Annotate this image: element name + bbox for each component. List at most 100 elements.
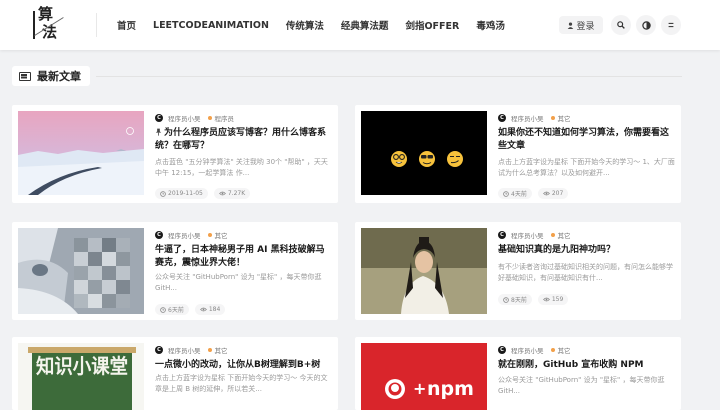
article-views: 7.27K — [227, 190, 246, 197]
category-label[interactable]: 其它 — [558, 230, 571, 240]
author-avatar[interactable]: C — [498, 346, 506, 354]
logo-char-1: 算 — [38, 5, 54, 23]
article-meta: C 程序员小吴 其它 — [498, 113, 571, 123]
article-title[interactable]: 基础知识真的是九阳神功吗？ — [498, 244, 676, 257]
article-title[interactable]: 为什么程序员应该写博客？用什么博客系统？在哪写？ — [155, 127, 333, 153]
author-name[interactable]: 程序员小吴 — [168, 230, 201, 240]
author-name[interactable]: 程序员小吴 — [511, 345, 544, 355]
article-date: 4天前 — [511, 191, 527, 198]
article-views: 207 — [551, 190, 564, 197]
top-navigation-bar: 算 法 首页 LEETCODEANIMATION 传统算法 经典算法题 剑指OF… — [0, 0, 720, 50]
article-title[interactable]: 一点微小的改动，让你从B树理解到B+树 — [155, 359, 333, 372]
article-excerpt: 有不少读者咨询过基础知识相关的问题，有问怎么能够学好基础知识，有问基础知识有什.… — [498, 263, 673, 282]
search-button[interactable] — [611, 15, 631, 35]
article-thumbnail[interactable]: + npm — [361, 343, 487, 410]
article-card[interactable]: + npm C 程序员小吴 其它 就在刚刚，GitHub 宣布收购 NPM 公众… — [355, 337, 681, 410]
nav-classic-problems[interactable]: 经典算法题 — [341, 18, 389, 32]
author-avatar[interactable]: C — [155, 231, 163, 239]
category-dot — [550, 348, 555, 352]
article-meta: C 程序员小吴 其它 — [498, 345, 571, 355]
article-title-text: 为什么程序员应该写博客？用什么博客系统？在哪写？ — [155, 128, 327, 151]
author-avatar[interactable]: C — [498, 114, 506, 122]
views-badge: 159 — [537, 294, 569, 305]
article-meta: C 程序员小吴 其它 — [498, 230, 571, 240]
clock-icon — [503, 296, 509, 303]
article-card[interactable]: C 程序员小吴 程序员 为什么程序员应该写博客？用什么博客系统？在哪写？ 点击蓝… — [12, 105, 338, 203]
cool-emoji — [419, 151, 435, 167]
article-title[interactable]: 就在刚刚，GitHub 宣布收购 NPM — [498, 359, 676, 372]
date-badge: 8天前 — [498, 294, 532, 305]
author-name[interactable]: 程序员小吴 — [511, 113, 544, 123]
section-title: 最新文章 — [37, 70, 81, 83]
main-nav: 首页 LEETCODEANIMATION 传统算法 经典算法题 剑指OFFER … — [117, 0, 522, 50]
article-meta: C 程序员小吴 程序员 — [155, 113, 234, 123]
article-footer: 6天前 184 — [155, 304, 226, 315]
login-button[interactable]: 登录 — [559, 16, 603, 34]
category-label[interactable]: 其它 — [558, 113, 571, 123]
nav-home[interactable]: 首页 — [117, 18, 136, 32]
article-footer: 2019-11-05 7.27K — [155, 188, 251, 199]
article-date: 6天前 — [168, 307, 184, 314]
author-name[interactable]: 程序员小吴 — [168, 345, 201, 355]
date-badge: 6天前 — [155, 304, 189, 315]
category-dot — [207, 116, 212, 120]
category-label[interactable]: 程序员 — [215, 113, 235, 123]
list-icon — [19, 71, 31, 81]
eye-icon — [199, 307, 207, 312]
date-badge: 2019-11-05 — [155, 188, 208, 199]
category-label[interactable]: 其它 — [558, 345, 571, 355]
knowledge-text: 知识小课堂 — [36, 354, 128, 378]
author-name[interactable]: 程序员小吴 — [511, 230, 544, 240]
user-icon — [568, 21, 574, 29]
nav-sword-offer[interactable]: 剑指OFFER — [405, 18, 459, 32]
article-excerpt: 点击上方蓝字设为星标 下面开始今天的学习～ 1、大厂面试为什么总考算法？以及如何… — [498, 158, 675, 177]
eye-icon — [542, 297, 550, 302]
article-excerpt: 点击上方蓝字设为星标 下面开始今天的学习～ 今天的文章是上周 B 树的延伸，所以… — [155, 374, 328, 393]
article-excerpt: 公众号关注 "GitHubPorn" 设为 "星标" ，每天带你逛 GitH..… — [498, 376, 665, 395]
author-avatar[interactable]: C — [498, 231, 506, 239]
author-avatar[interactable]: C — [155, 114, 163, 122]
author-name[interactable]: 程序员小吴 — [168, 113, 201, 123]
article-title[interactable]: 牛逼了，日本神秘男子用 AI 黑科技破解马赛克，震惊业界大佬！ — [155, 244, 333, 270]
github-octocat-icon — [385, 379, 405, 399]
nav-leetcodeanimation[interactable]: LEETCODEANIMATION — [153, 20, 269, 31]
nav-traditional-algorithms[interactable]: 传统算法 — [286, 18, 324, 32]
article-thumbnail[interactable] — [361, 111, 487, 195]
article-thumbnail[interactable] — [18, 111, 144, 195]
category-label[interactable]: 其它 — [215, 230, 228, 240]
mosaic-blocks — [74, 238, 130, 308]
logo-char-2: 法 — [42, 23, 58, 41]
eye-icon — [542, 191, 550, 196]
category-label[interactable]: 其它 — [215, 345, 228, 355]
login-label: 登录 — [576, 21, 595, 32]
article-card[interactable]: 知识小课堂 C 程序员小吴 其它 一点微小的改动，让你从B树理解到B+树 点击上… — [12, 337, 338, 410]
plus-sign: + — [413, 379, 426, 398]
article-views: 159 — [551, 296, 564, 303]
article-card[interactable]: C 程序员小吴 其它 牛逼了，日本神秘男子用 AI 黑科技破解马赛克，震惊业界大… — [12, 222, 338, 320]
category-dot — [550, 233, 555, 237]
article-title[interactable]: 如果你还不知道如何学习算法，你需要看这些文章 — [498, 127, 676, 153]
views-badge: 7.27K — [213, 188, 251, 199]
article-thumbnail[interactable] — [361, 228, 487, 314]
nav-poison-soup[interactable]: 毒鸡汤 — [476, 18, 505, 32]
article-thumbnail[interactable]: 知识小课堂 — [18, 343, 144, 410]
site-logo[interactable]: 算 法 — [30, 6, 66, 44]
theme-toggle-button[interactable] — [636, 15, 656, 35]
menu-button[interactable] — [661, 15, 681, 35]
article-date: 2019-11-05 — [168, 190, 203, 197]
eye-icon — [218, 191, 226, 196]
section-divider — [96, 76, 682, 77]
article-footer: 4天前 207 — [498, 188, 569, 199]
article-thumbnail[interactable] — [18, 228, 144, 314]
article-meta: C 程序员小吴 其它 — [155, 345, 228, 355]
author-avatar[interactable]: C — [155, 346, 163, 354]
views-badge: 207 — [537, 188, 569, 199]
article-card[interactable]: C 程序员小吴 其它 如果你还不知道如何学习算法，你需要看这些文章 点击上方蓝字… — [355, 105, 681, 203]
category-dot — [207, 233, 212, 237]
search-icon — [617, 21, 625, 29]
date-badge: 4天前 — [498, 188, 532, 199]
clock-icon — [503, 190, 509, 197]
smirk-emoji — [447, 151, 463, 167]
category-dot — [550, 116, 555, 120]
article-card[interactable]: C 程序员小吴 其它 基础知识真的是九阳神功吗？ 有不少读者咨询过基础知识相关的… — [355, 222, 681, 320]
